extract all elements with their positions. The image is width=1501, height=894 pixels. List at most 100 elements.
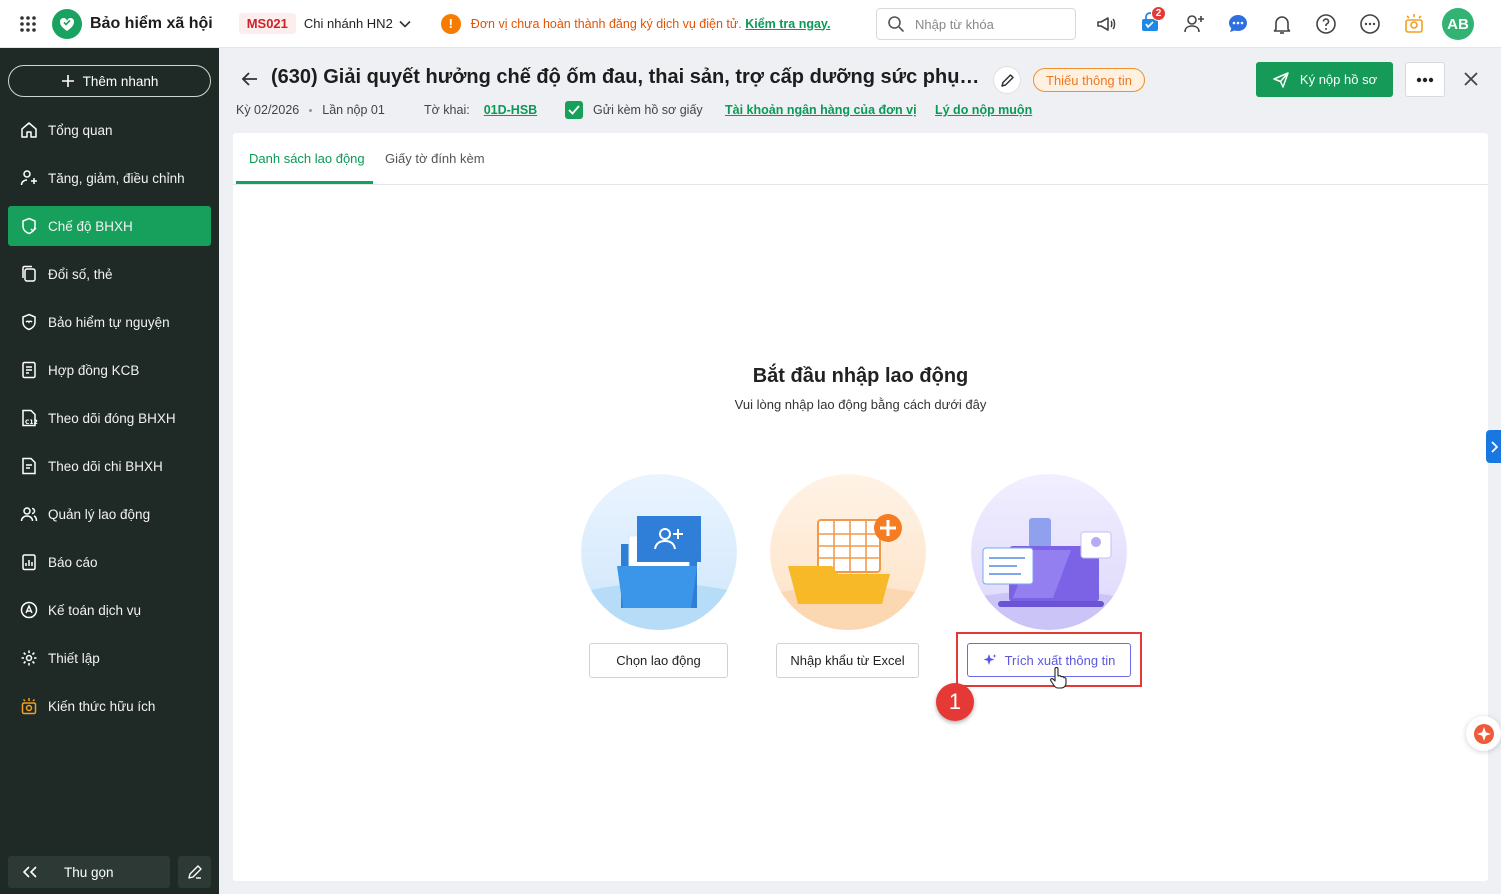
chat-icon[interactable]	[1222, 8, 1254, 40]
sidebar-item-social-insurance[interactable]: Chế độ BHXH	[8, 206, 211, 246]
import-excel-button[interactable]: Nhập khẩu từ Excel	[776, 643, 919, 678]
tab-attachments[interactable]: Giấy tờ đính kèm	[385, 151, 485, 166]
gear-icon	[21, 650, 37, 666]
top-bar: Bảo hiểm xã hội MS021 Chi nhánh HN2 ! Đơ…	[0, 0, 1501, 48]
sidebar-item-overview[interactable]: Tổng quan	[8, 110, 211, 150]
double-chevron-left-icon	[22, 866, 37, 878]
registration-warning: ! Đơn vị chưa hoàn thành đăng ký dịch vụ…	[440, 13, 830, 34]
form-label: Tờ khai:	[424, 103, 470, 117]
warning-text: Đơn vị chưa hoàn thành đăng ký dịch vụ đ…	[470, 16, 742, 31]
edit-icon	[187, 865, 202, 879]
check-now-link[interactable]: Kiểm tra ngay.	[745, 17, 830, 31]
attach-paper-checkbox[interactable]: Gửi kèm hồ sơ giấy	[565, 101, 703, 119]
add-user-icon[interactable]	[1178, 8, 1210, 40]
accounting-icon	[20, 601, 38, 619]
avatar[interactable]: AB	[1442, 8, 1474, 40]
edit-title-button[interactable]	[993, 66, 1021, 94]
attach-paper-label: Gửi kèm hồ sơ giấy	[593, 103, 703, 117]
user-adjust-icon	[20, 170, 37, 186]
help-icon[interactable]	[1310, 8, 1342, 40]
period-label: Kỳ 02/2026	[236, 103, 300, 117]
period-info: Kỳ 02/2026 Lần nộp 01	[236, 103, 385, 117]
sidebar-item-kcb-contract[interactable]: Hợp đồng KCB	[8, 350, 211, 390]
collapse-sidebar-button[interactable]: Thu gọn	[8, 856, 170, 888]
branch-selector[interactable]: Chi nhánh HN2	[304, 16, 411, 31]
sidebar-item-contribution-tracking[interactable]: C12 Theo dõi đóng BHXH	[8, 398, 211, 438]
apps-grid-icon[interactable]	[16, 12, 40, 36]
contract-icon	[22, 361, 36, 379]
sidebar: Thêm nhanh Tổng quan Tăng, giảm, điều ch…	[0, 48, 219, 894]
search-box[interactable]	[876, 8, 1076, 40]
quick-add-button[interactable]: Thêm nhanh	[8, 65, 211, 97]
tab-employee-list[interactable]: Danh sách lao động	[249, 151, 365, 166]
late-reason-link[interactable]: Lý do nộp muộn	[935, 103, 1032, 117]
extract-info-illustration	[971, 474, 1127, 630]
sidebar-item-accounting[interactable]: Kế toán dịch vụ	[8, 590, 211, 630]
bell-icon[interactable]	[1266, 8, 1298, 40]
cart-badge: 2	[1151, 6, 1166, 21]
app-name: Bảo hiểm xã hội	[90, 14, 213, 32]
knowledge-icon	[21, 698, 37, 715]
sparkle-assistant-icon	[1473, 723, 1494, 744]
home-icon	[21, 122, 37, 138]
branch-label: Chi nhánh HN2	[303, 16, 393, 31]
users-icon	[20, 507, 38, 522]
content-card: Danh sách lao động Giấy tờ đính kèm Bắt …	[233, 133, 1488, 881]
pencil-icon	[1000, 73, 1014, 87]
sidebar-nav: Tổng quan Tăng, giảm, điều chỉnh Chế độ …	[8, 110, 211, 734]
send-icon	[1273, 71, 1289, 88]
step-number-badge: 1	[936, 683, 974, 721]
page-title: (630) Giải quyết hưởng chế độ ốm đau, th…	[271, 66, 983, 88]
more-dots-icon	[1416, 77, 1434, 82]
sidebar-item-knowledge[interactable]: Kiến thức hữu ích	[8, 686, 211, 726]
more-circle-icon[interactable]	[1354, 8, 1386, 40]
idea-icon[interactable]	[1398, 8, 1430, 40]
sidebar-item-adjust[interactable]: Tăng, giảm, điều chỉnh	[8, 158, 211, 198]
cart-icon[interactable]: 2	[1134, 6, 1166, 40]
empty-state-title: Bắt đầu nhập lao động	[752, 365, 969, 387]
app-logo[interactable]: Bảo hiểm xã hội	[52, 8, 213, 39]
sidebar-item-settings[interactable]: Thiết lập	[8, 638, 211, 678]
sidebar-item-labor-management[interactable]: Quản lý lao động	[8, 494, 211, 534]
warning-icon: !	[440, 13, 461, 34]
svg-text:C12: C12	[25, 419, 38, 426]
expand-panel-button[interactable]	[1486, 430, 1501, 463]
active-tab-indicator	[236, 181, 373, 184]
shield-heart-icon	[22, 217, 37, 235]
report-icon	[22, 554, 36, 571]
search-icon	[888, 16, 905, 33]
c12-doc-icon: C12	[22, 409, 38, 427]
status-badge: Thiếu thông tin	[1033, 68, 1146, 92]
chevron-down-icon	[399, 20, 411, 28]
plus-icon	[61, 75, 74, 87]
sidebar-item-payout-tracking[interactable]: Theo dõi chi BHXH	[8, 446, 211, 486]
select-employee-illustration	[581, 474, 737, 630]
edit-menu-button[interactable]	[178, 856, 211, 888]
more-options-button[interactable]	[1405, 62, 1445, 97]
form-code-link[interactable]: 01D-HSB	[484, 103, 538, 117]
sidebar-item-reports[interactable]: Báo cáo	[8, 542, 211, 582]
submission-label: Lần nộp 01	[322, 103, 385, 117]
card-copy-icon	[22, 265, 36, 282]
close-icon[interactable]	[1460, 68, 1482, 90]
sidebar-item-card-change[interactable]: Đổi số, thẻ	[8, 254, 211, 294]
back-arrow-icon[interactable]	[239, 68, 261, 90]
logo-icon	[52, 8, 82, 39]
select-employee-button[interactable]: Chọn lao động	[589, 643, 728, 678]
payout-doc-icon	[22, 457, 36, 475]
sidebar-item-voluntary-insurance[interactable]: Bảo hiểm tự nguyện	[8, 302, 211, 342]
submit-dossier-button[interactable]: Ký nộp hồ sơ	[1256, 62, 1393, 97]
bank-account-link[interactable]: Tài khoản ngân hàng của đơn vị	[725, 103, 917, 117]
form-info: Tờ khai: 01D-HSB	[424, 103, 537, 117]
checkbox-checked-icon[interactable]	[565, 101, 583, 119]
assistant-fab[interactable]	[1466, 716, 1501, 751]
shield-icon	[22, 313, 36, 331]
tab-bar: Danh sách lao động Giấy tờ đính kèm	[233, 133, 1488, 185]
search-input[interactable]	[915, 16, 1065, 32]
megaphone-icon[interactable]	[1090, 8, 1122, 40]
hand-cursor-icon	[1050, 667, 1067, 689]
empty-state-subtitle: Vui lòng nhập lao động bằng cách dưới đâ…	[734, 397, 987, 412]
chevron-right-icon	[1490, 440, 1498, 453]
excel-import-illustration	[770, 474, 926, 630]
unit-code-badge: MS021	[238, 13, 296, 34]
